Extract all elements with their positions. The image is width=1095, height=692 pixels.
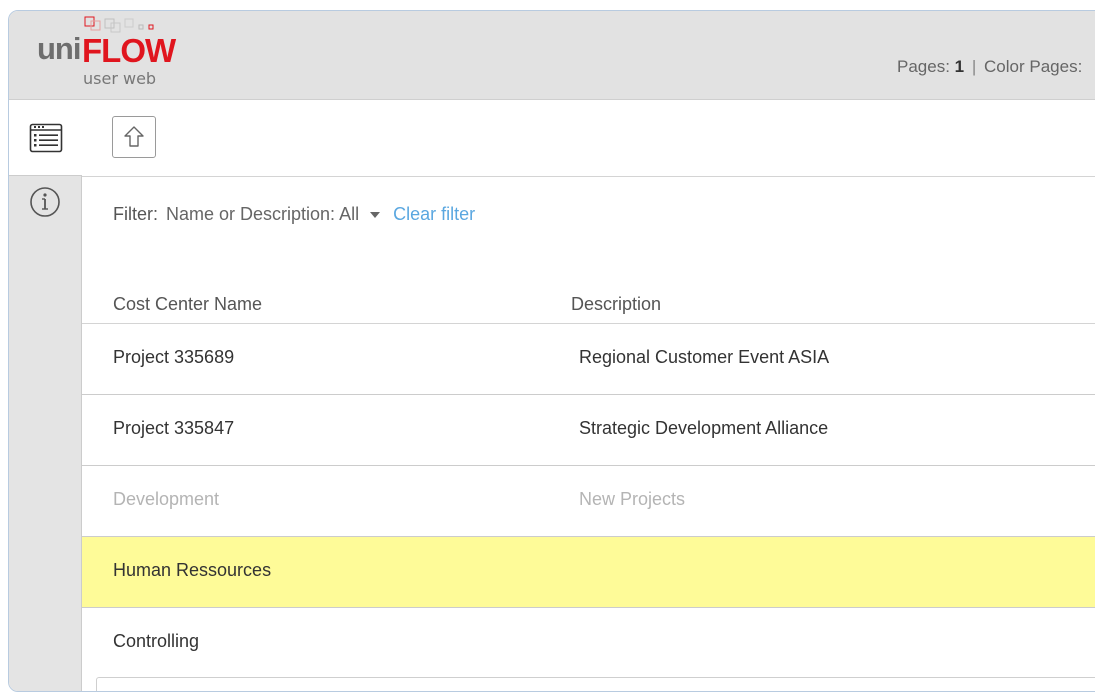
sidebar-item-list[interactable] (9, 100, 82, 176)
table-row[interactable]: Project 335847 Strategic Development All… (82, 395, 1095, 466)
up-level-button[interactable] (112, 116, 156, 158)
logo-uni-text: uni (37, 31, 81, 66)
table-row[interactable]: Development New Projects (82, 466, 1095, 537)
table-row[interactable]: Project 335689 Regional Customer Event A… (82, 324, 1095, 395)
app-header: uni FLOW user web Pages: 1 | Color Pages… (9, 11, 1095, 100)
filter-bar: Filter: Name or Description: All Clear f… (113, 204, 475, 225)
cell-name: Controlling (113, 631, 200, 651)
bottom-panel[interactable] (96, 677, 1095, 691)
pages-label: Pages: (897, 57, 950, 76)
sidebar-item-info[interactable] (9, 176, 81, 246)
logo-flow-text: FLOW (82, 32, 176, 69)
pages-value: 1 (954, 57, 965, 76)
table-header: Cost Center Name Description (82, 277, 1095, 324)
table-row[interactable]: Controlling (82, 608, 1095, 661)
table-row[interactable]: Human Ressources (82, 537, 1095, 608)
cell-name: Project 335847 (113, 418, 235, 438)
cell-name: Development (113, 489, 220, 509)
color-pages-label: Color Pages: (984, 57, 1083, 76)
page-stats: Pages: 1 | Color Pages: (897, 57, 1082, 77)
up-arrow-icon (124, 126, 144, 147)
filter-label: Filter: (113, 204, 158, 224)
cell-name: Project 335689 (113, 347, 235, 367)
clear-filter-link[interactable]: Clear filter (393, 204, 475, 225)
cell-name: Human Ressources (113, 560, 272, 580)
cost-center-content: Filter: Name or Description: All Clear f… (82, 177, 1095, 691)
filter-dropdown[interactable]: Name or Description: All (166, 204, 359, 225)
toolbar (82, 100, 1095, 177)
uniflow-logo[interactable]: uni FLOW user web (37, 15, 187, 95)
caret-down-icon[interactable] (369, 211, 381, 219)
logo-subtitle: user web (83, 69, 157, 88)
cell-description: New Projects (579, 489, 686, 509)
info-icon (30, 187, 60, 217)
cell-description: Strategic Development Alliance (579, 418, 829, 438)
stats-separator: | (971, 57, 977, 76)
list-icon (29, 123, 62, 152)
column-header-description[interactable]: Description (571, 294, 661, 315)
app-window: uni FLOW user web Pages: 1 | Color Pages… (8, 10, 1095, 692)
cell-description: Regional Customer Event ASIA (579, 347, 830, 367)
sidebar (9, 100, 82, 691)
column-header-name[interactable]: Cost Center Name (113, 294, 262, 315)
